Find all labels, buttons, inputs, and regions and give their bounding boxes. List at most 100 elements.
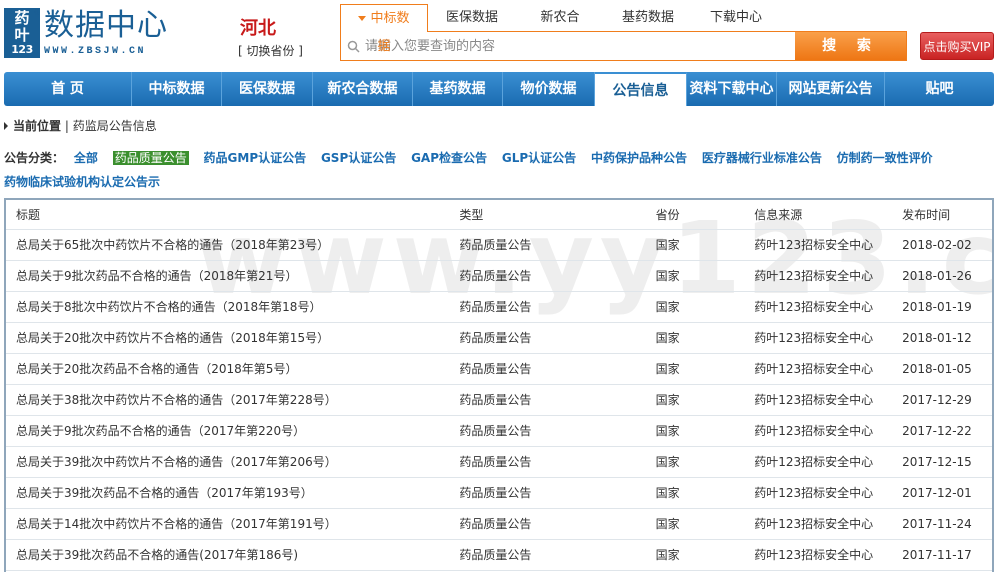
nav-home[interactable]: 首 页	[4, 72, 132, 106]
search-input[interactable]	[365, 32, 795, 60]
cell-source: 药叶123招标安全中心	[744, 260, 893, 292]
col-source: 信息来源	[744, 200, 893, 230]
nav-download-center[interactable]: 资料下载中心	[687, 72, 777, 106]
announcement-table-container: www.yy123.cn 标题 类型 省份 信息来源 发布时间 总局关于65批次…	[4, 198, 994, 572]
breadcrumb-path: | 药监局公告信息	[64, 119, 157, 133]
cell-province: 国家	[645, 260, 745, 292]
cell-source: 药叶123招标安全中心	[744, 446, 893, 478]
cell-source: 药叶123招标安全中心	[744, 229, 893, 261]
cell-title[interactable]: 总局关于9批次药品不合格的通告（2018年第21号）	[6, 260, 450, 292]
cell-province: 国家	[645, 477, 745, 509]
cell-type: 药品质量公告	[449, 384, 646, 416]
cell-type: 药品质量公告	[449, 353, 646, 385]
nav-rural-cooperative[interactable]: 新农合数据	[313, 72, 413, 106]
cell-type: 药品质量公告	[449, 539, 646, 571]
cell-type: 药品质量公告	[449, 415, 646, 447]
cell-province: 国家	[645, 322, 745, 354]
cell-date: 2017-11-24	[892, 508, 992, 540]
cell-date: 2017-11-17	[892, 539, 992, 571]
table-row[interactable]: 总局关于39批次中药饮片不合格的通告（2017年第206号） 药品质量公告 国家 药叶…	[6, 446, 992, 478]
cell-title[interactable]: 总局关于8批次中药饮片不合格的通告（2018年第18号）	[6, 291, 450, 323]
category-drug-quality[interactable]: 药品质量公告	[112, 151, 189, 165]
nav-announcements[interactable]: 公告信息	[595, 72, 687, 106]
tab-rural-cooperative[interactable]: 新农合	[516, 4, 604, 32]
nav-forum[interactable]: 贴吧	[885, 72, 994, 106]
cell-title[interactable]: 总局关于14批次中药饮片不合格的通告（2017年第191号）	[6, 508, 450, 540]
breadcrumb: 当前位置 | 药监局公告信息	[4, 117, 157, 134]
category-gap[interactable]: GAP检查公告	[411, 151, 487, 165]
col-type: 类型	[449, 200, 646, 230]
category-clinical-trial[interactable]: 药物临床试验机构认定公告示	[4, 175, 160, 189]
nav-bid-data[interactable]: 中标数据	[132, 72, 222, 106]
cell-source: 药叶123招标安全中心	[744, 322, 893, 354]
logo-char-2: 叶	[14, 26, 30, 44]
table-row[interactable]: 总局关于20批次药品不合格的通告（2018年第5号） 药品质量公告 国家 药叶123招…	[6, 353, 992, 385]
logo-char-1: 药	[14, 9, 30, 27]
cell-date: 2017-12-01	[892, 477, 992, 509]
announcement-table: 标题 类型 省份 信息来源 发布时间 总局关于65批次中药饮片不合格的通告（20…	[6, 200, 992, 571]
category-tcm-protection[interactable]: 中药保护品种公告	[591, 151, 687, 165]
cell-province: 国家	[645, 229, 745, 261]
cell-type: 药品质量公告	[449, 446, 646, 478]
table-row[interactable]: 总局关于65批次中药饮片不合格的通告（2018年第23号） 药品质量公告 国家 药叶1…	[6, 229, 992, 261]
cell-type: 药品质量公告	[449, 229, 646, 261]
cell-source: 药叶123招标安全中心	[744, 384, 893, 416]
col-date: 发布时间	[892, 200, 992, 230]
tab-download-center[interactable]: 下载中心	[692, 4, 780, 32]
cell-title[interactable]: 总局关于9批次药品不合格的通告（2017年第220号）	[6, 415, 450, 447]
table-row[interactable]: 总局关于9批次药品不合格的通告（2018年第21号） 药品质量公告 国家 药叶123招…	[6, 260, 992, 292]
category-glp[interactable]: GLP认证公告	[502, 151, 576, 165]
category-all[interactable]: 全部	[74, 151, 98, 165]
cell-title[interactable]: 总局关于38批次中药饮片不合格的通告（2017年第228号）	[6, 384, 450, 416]
cell-date: 2018-01-19	[892, 291, 992, 323]
table-row[interactable]: 总局关于38批次中药饮片不合格的通告（2017年第228号） 药品质量公告 国家 药叶…	[6, 384, 992, 416]
cell-title[interactable]: 总局关于20批次药品不合格的通告（2018年第5号）	[6, 353, 450, 385]
cell-date: 2018-02-02	[892, 229, 992, 261]
logo-number: 123	[11, 43, 33, 56]
cell-title[interactable]: 总局关于65批次中药饮片不合格的通告（2018年第23号）	[6, 229, 450, 261]
table-row[interactable]: 总局关于14批次中药饮片不合格的通告（2017年第191号） 药品质量公告 国家 药叶…	[6, 508, 992, 540]
nav-essential-drugs[interactable]: 基药数据	[413, 72, 503, 106]
cell-source: 药叶123招标安全中心	[744, 415, 893, 447]
site-name[interactable]: 数据中心	[44, 8, 168, 44]
table-row[interactable]: 总局关于39批次药品不合格的通告（2017年第193号） 药品质量公告 国家 药叶12…	[6, 477, 992, 509]
cell-province: 国家	[645, 415, 745, 447]
category-generic-consistency[interactable]: 仿制药一致性评价	[837, 151, 933, 165]
cell-province: 国家	[645, 539, 745, 571]
search-button[interactable]: 搜 索	[795, 32, 906, 60]
buy-vip-button[interactable]: 点击购买VIP	[920, 32, 994, 60]
table-header-row: 标题 类型 省份 信息来源 发布时间	[6, 200, 992, 230]
tab-essential-drugs[interactable]: 基药数据	[604, 4, 692, 32]
tab-bid-data[interactable]: 中标数据	[340, 4, 428, 54]
cell-source: 药叶123招标安全中心	[744, 508, 893, 540]
nav-site-updates[interactable]: 网站更新公告	[777, 72, 885, 106]
table-row[interactable]: 总局关于39批次药品不合格的通告(2017年第186号) 药品质量公告 国家 药叶12…	[6, 539, 992, 571]
cell-date: 2017-12-22	[892, 415, 992, 447]
cell-type: 药品质量公告	[449, 260, 646, 292]
cell-province: 国家	[645, 353, 745, 385]
cell-title[interactable]: 总局关于39批次药品不合格的通告(2017年第186号)	[6, 539, 450, 571]
switch-province-link[interactable]: [ 切换省份 ]	[238, 42, 303, 59]
category-gsp[interactable]: GSP认证公告	[321, 151, 396, 165]
registered-mark-icon: ®	[33, 8, 41, 17]
table-row[interactable]: 总局关于8批次中药饮片不合格的通告（2018年第18号） 药品质量公告 国家 药叶12…	[6, 291, 992, 323]
category-gmp[interactable]: 药品GMP认证公告	[204, 151, 307, 165]
tab-medical-insurance[interactable]: 医保数据	[428, 4, 516, 32]
table-row[interactable]: 总局关于9批次药品不合格的通告（2017年第220号） 药品质量公告 国家 药叶123…	[6, 415, 992, 447]
site-url: WWW.ZBSJW.CN	[44, 46, 147, 57]
cell-source: 药叶123招标安全中心	[744, 353, 893, 385]
category-filter: 公告分类： 全部 药品质量公告 药品GMP认证公告 GSP认证公告 GAP检查公…	[4, 146, 994, 194]
cell-source: 药叶123招标安全中心	[744, 291, 893, 323]
cell-province: 国家	[645, 508, 745, 540]
search-icon	[341, 32, 365, 60]
nav-medical-insurance[interactable]: 医保数据	[222, 72, 313, 106]
triangle-right-icon	[4, 121, 8, 130]
table-row[interactable]: 总局关于20批次中药饮片不合格的通告（2018年第15号） 药品质量公告 国家 药叶1…	[6, 322, 992, 354]
cell-date: 2017-12-29	[892, 384, 992, 416]
cell-type: 药品质量公告	[449, 322, 646, 354]
cell-title[interactable]: 总局关于39批次中药饮片不合格的通告（2017年第206号）	[6, 446, 450, 478]
cell-title[interactable]: 总局关于39批次药品不合格的通告（2017年第193号）	[6, 477, 450, 509]
nav-price-data[interactable]: 物价数据	[503, 72, 595, 106]
cell-title[interactable]: 总局关于20批次中药饮片不合格的通告（2018年第15号）	[6, 322, 450, 354]
category-device-standards[interactable]: 医疗器械行业标准公告	[702, 151, 822, 165]
